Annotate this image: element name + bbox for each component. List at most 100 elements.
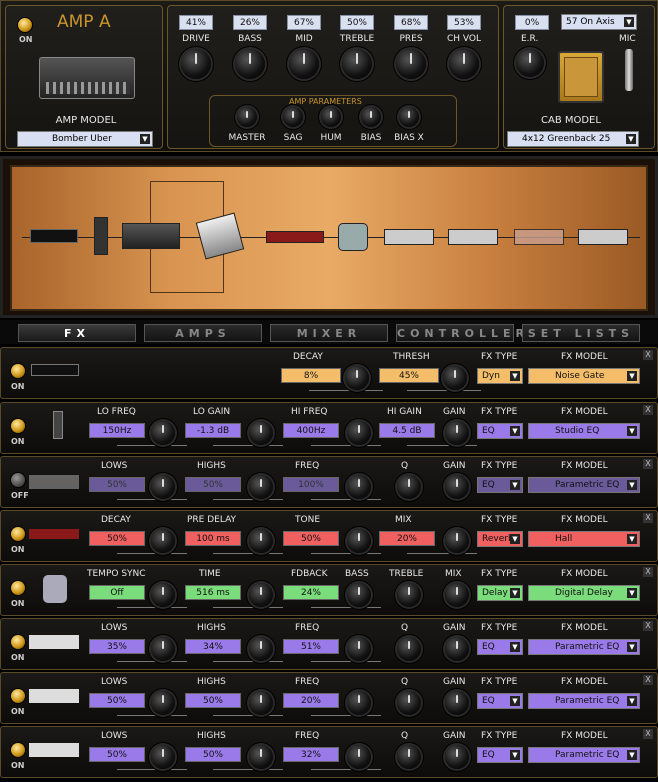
amp-param-knob[interactable]: [399, 107, 419, 127]
fx-type-dropdown[interactable]: EQ ▼: [477, 639, 523, 655]
fx-param-knob[interactable]: [347, 637, 371, 661]
fx-param-knob[interactable]: [347, 691, 371, 715]
fx-model-dropdown[interactable]: Parametric EQ ▼: [528, 639, 640, 655]
fx-param-value[interactable]: 516 ms: [185, 585, 241, 600]
fx-param-value[interactable]: 20%: [379, 531, 435, 546]
fx-param-knob[interactable]: [397, 475, 421, 499]
fx-param-knob[interactable]: [151, 637, 175, 661]
fx-param-value[interactable]: Off: [89, 585, 145, 600]
fx-param-knob[interactable]: [397, 691, 421, 715]
chain-eq-4[interactable]: [578, 229, 628, 245]
fx-type-dropdown[interactable]: Dyn ▼: [477, 368, 523, 384]
fx-type-dropdown[interactable]: EQ ▼: [477, 693, 523, 709]
fx-model-dropdown[interactable]: Digital Delay ▼: [528, 585, 640, 601]
cab-model-dropdown[interactable]: 4x12 Greenback 25 ▼: [507, 131, 639, 147]
fx-power-button[interactable]: [11, 527, 25, 541]
fx-param-knob[interactable]: [347, 745, 371, 769]
fx-param-knob[interactable]: [249, 475, 273, 499]
fx-power-button[interactable]: [11, 689, 25, 703]
fx-param-knob[interactable]: [151, 475, 175, 499]
fx-power-button[interactable]: [11, 364, 25, 378]
fx-param-value[interactable]: 24%: [283, 585, 339, 600]
tab-controllers[interactable]: CONTROLLERS: [396, 324, 537, 342]
fx-param-knob[interactable]: [249, 529, 273, 553]
fx-model-dropdown[interactable]: Noise Gate ▼: [528, 368, 640, 384]
fx-param-value[interactable]: 50%: [185, 693, 241, 708]
fx-param-value[interactable]: -1.3 dB: [185, 423, 241, 438]
chain-delay[interactable]: [338, 223, 368, 251]
fx-model-dropdown[interactable]: Parametric EQ ▼: [528, 693, 640, 709]
chain-eq-1[interactable]: [384, 229, 434, 245]
fx-param-knob[interactable]: [347, 475, 371, 499]
fx-param-value[interactable]: 100%: [283, 477, 339, 492]
fx-param-value[interactable]: 8%: [281, 368, 341, 383]
amp-model-dropdown[interactable]: Bomber Uber ▼: [17, 131, 153, 147]
amp-knob[interactable]: [396, 49, 426, 79]
fx-param-value[interactable]: 100 ms: [185, 531, 241, 546]
fx-param-knob[interactable]: [249, 421, 273, 445]
fx-param-value[interactable]: 50%: [89, 747, 145, 762]
chain-eq-2[interactable]: [448, 229, 498, 245]
amp-power-button[interactable]: [18, 18, 32, 32]
fx-device-icon[interactable]: [31, 364, 79, 376]
amp-knob[interactable]: [449, 49, 479, 79]
tab-amps[interactable]: AMPS: [144, 324, 262, 342]
fx-param-knob[interactable]: [347, 529, 371, 553]
fx-param-value[interactable]: 4.5 dB: [379, 423, 435, 438]
fx-param-knob[interactable]: [445, 529, 469, 553]
fx-power-button[interactable]: [11, 635, 25, 649]
amp-param-knob[interactable]: [237, 107, 257, 127]
fx-param-knob[interactable]: [151, 529, 175, 553]
fx-param-knob[interactable]: [443, 366, 467, 390]
amp-param-knob[interactable]: [321, 107, 341, 127]
mic-position-dropdown[interactable]: 57 On Axis ▼: [561, 14, 637, 30]
fx-type-dropdown[interactable]: EQ ▼: [477, 477, 523, 493]
fx-param-knob[interactable]: [249, 637, 273, 661]
fx-param-knob[interactable]: [445, 745, 469, 769]
fx-power-button[interactable]: [11, 743, 25, 757]
fx-device-icon[interactable]: [29, 475, 79, 489]
close-icon[interactable]: X: [643, 729, 653, 739]
fx-param-value[interactable]: 20%: [283, 693, 339, 708]
fx-param-value[interactable]: 50%: [89, 693, 145, 708]
fx-param-knob[interactable]: [151, 691, 175, 715]
close-icon[interactable]: X: [643, 621, 653, 631]
fx-device-icon[interactable]: [29, 635, 79, 649]
fx-param-knob[interactable]: [445, 691, 469, 715]
close-icon[interactable]: X: [643, 675, 653, 685]
chain-noise-gate[interactable]: [30, 229, 78, 243]
fx-param-value[interactable]: 45%: [379, 368, 439, 383]
er-knob[interactable]: [516, 49, 544, 77]
tab-fx[interactable]: FX: [18, 324, 136, 342]
fx-param-knob[interactable]: [397, 745, 421, 769]
fx-param-knob[interactable]: [249, 745, 273, 769]
fx-param-value[interactable]: 150Hz: [89, 423, 145, 438]
fx-param-knob[interactable]: [345, 366, 369, 390]
close-icon[interactable]: X: [643, 513, 653, 523]
fx-power-button[interactable]: [11, 419, 25, 433]
fx-param-value[interactable]: 35%: [89, 639, 145, 654]
close-icon[interactable]: X: [643, 459, 653, 469]
fx-param-knob[interactable]: [347, 421, 371, 445]
amp-param-knob[interactable]: [361, 107, 381, 127]
fx-param-value[interactable]: 50%: [283, 531, 339, 546]
amp-knob[interactable]: [289, 49, 319, 79]
chain-eq-3[interactable]: [514, 229, 564, 245]
chain-studio-eq[interactable]: [94, 217, 108, 255]
fx-device-icon[interactable]: [29, 689, 79, 703]
fx-model-dropdown[interactable]: Studio EQ ▼: [528, 423, 640, 439]
fx-power-button[interactable]: [11, 581, 25, 595]
fx-param-knob[interactable]: [151, 421, 175, 445]
fx-param-knob[interactable]: [445, 421, 469, 445]
fx-param-value[interactable]: 400Hz: [283, 423, 339, 438]
fx-param-value[interactable]: 50%: [185, 747, 241, 762]
chain-amp[interactable]: [122, 223, 180, 249]
amp-param-knob[interactable]: [283, 107, 303, 127]
fx-power-button[interactable]: [11, 473, 25, 487]
mic-image[interactable]: [625, 49, 633, 91]
fx-device-icon[interactable]: [29, 529, 79, 539]
fx-param-knob[interactable]: [151, 745, 175, 769]
fx-type-dropdown[interactable]: Reverb ▼: [477, 531, 523, 547]
fx-param-knob[interactable]: [249, 583, 273, 607]
fx-device-icon[interactable]: [43, 575, 67, 603]
